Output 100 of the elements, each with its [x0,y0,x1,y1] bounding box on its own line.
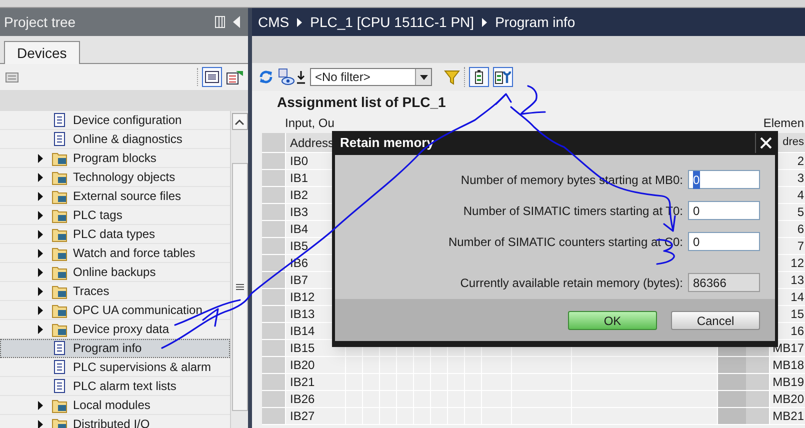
cancel-button[interactable]: Cancel [671,310,760,330]
tree-item[interactable]: Local modules [0,396,230,415]
tree-item[interactable]: Program info [0,339,230,358]
ok-button[interactable]: OK [568,310,657,330]
table-cell-text: 5 [796,204,805,220]
expand-arrow-icon[interactable] [38,154,43,162]
table-cell-text: 14 [790,289,805,305]
expand-arrow-icon[interactable] [38,286,43,296]
table-cell-text: MB18 [772,357,805,373]
folder-icon [52,284,68,298]
folder-icon [52,150,68,166]
input-field[interactable]: 0 [688,170,760,189]
tree-item[interactable]: Technology objects [0,168,230,187]
folder-icon [52,264,68,280]
expand-arrow-icon[interactable] [38,400,43,410]
tree-item[interactable]: Online & diagnostics [0,130,230,149]
tree-item[interactable]: Device configuration [0,111,230,130]
table-cell-text: 3 [796,170,805,186]
column-group-label: Elemen [763,115,805,132]
expand-arrow-icon[interactable] [38,210,43,220]
expand-arrow-icon[interactable] [38,324,43,334]
expand-arrow-icon[interactable] [38,306,43,314]
input-field[interactable]: 0 [688,232,760,251]
tree-item[interactable]: PLC tags [0,206,230,225]
table-cell: IB20 [286,357,346,373]
breadcrumb-item[interactable]: CMS [258,12,290,32]
tree-item[interactable]: Distributed I/O [0,415,230,428]
expand-arrow-icon[interactable] [38,192,43,200]
tree-item[interactable]: PLC data types [0,225,230,244]
column-header: dres [782,135,805,150]
close-icon [760,137,772,149]
folder-icon [52,416,68,428]
document-icon [52,132,68,146]
folder-icon [52,208,68,222]
tree-item[interactable]: PLC supervisions & alarm [0,358,230,377]
table-cell-text: 15 [790,306,805,322]
table-cell-text: MB21 [772,408,805,424]
row-header[interactable] [262,272,286,288]
refresh-icon[interactable] [258,69,274,85]
breadcrumb-item[interactable]: PLC_1 [CPU 1511C-1 PN] [310,12,474,32]
field-label: Currently available retain memory (bytes): [460,274,683,292]
expand-arrow-icon[interactable] [38,172,43,182]
folder-icon [52,188,68,204]
battery-icon [475,70,483,84]
view-download-icon[interactable] [278,68,306,86]
battery-wrench-button[interactable] [493,67,513,87]
tree-item[interactable]: External source files [0,187,230,206]
close-button[interactable] [755,133,775,153]
folder-icon [52,226,68,242]
folder-icon [52,302,68,318]
breadcrumb-item[interactable]: Program info [495,12,576,32]
list-icon [205,71,219,83]
shaded-cell [718,408,746,424]
grip-icon [236,284,244,290]
panel-layout-icon[interactable] [215,16,225,28]
filter-icon[interactable] [444,69,460,85]
table-cell-text: 12 [790,255,805,271]
tree-item[interactable]: Watch and force tables [0,244,230,263]
table-cell-text: MB19 [772,374,805,390]
filter-dropdown[interactable]: <No filter> [310,68,432,86]
collapse-arrow-icon[interactable] [233,16,240,28]
battery-wrench-icon [495,70,511,84]
document-icon [52,378,68,394]
tree-item[interactable]: Traces [0,282,230,301]
list-view-button[interactable] [202,67,222,87]
table-cell-text: 2 [796,153,805,169]
table-cell-text: 7 [796,238,805,254]
table-arrow-icon[interactable] [226,69,244,85]
dropdown-arrow-icon [420,74,428,80]
shaded-cell [718,391,746,407]
column-group-label: Input, Ou [285,115,334,132]
breadcrumb-separator-icon [482,18,488,26]
scroll-up-button[interactable] [232,113,248,130]
battery-button[interactable] [469,67,489,87]
table-cell-text: 4 [796,187,805,203]
tab[interactable]: Devices [4,41,80,64]
table-cell-text: 6 [796,221,805,237]
tree-item[interactable]: Online backups [0,263,230,282]
table-cell-text: 13 [790,272,805,288]
document-icon [52,360,68,374]
document-icon [52,112,68,128]
expand-arrow-icon[interactable] [38,268,43,276]
folder-icon [52,398,68,412]
folder-icon [52,322,68,336]
section-title: Assignment list of PLC_1 [277,92,446,112]
input-field[interactable]: 0 [688,201,760,220]
row-header[interactable] [262,255,286,271]
scrollbar[interactable] [230,111,248,428]
tree-item[interactable]: OPC UA communication [0,301,230,320]
folder-icon [52,246,68,260]
tree-item[interactable]: Program blocks [0,149,230,168]
expand-arrow-icon[interactable] [38,420,43,428]
chevron-up-icon [235,118,244,124]
folder-icon [52,170,68,184]
expand-arrow-icon[interactable] [38,248,43,258]
expand-arrow-icon[interactable] [38,230,43,238]
readonly-field: 86366 [688,273,760,292]
tree-item[interactable]: PLC alarm text lists [0,377,230,396]
scroll-thumb[interactable] [232,163,248,411]
table-cell: IB21 [286,374,346,390]
